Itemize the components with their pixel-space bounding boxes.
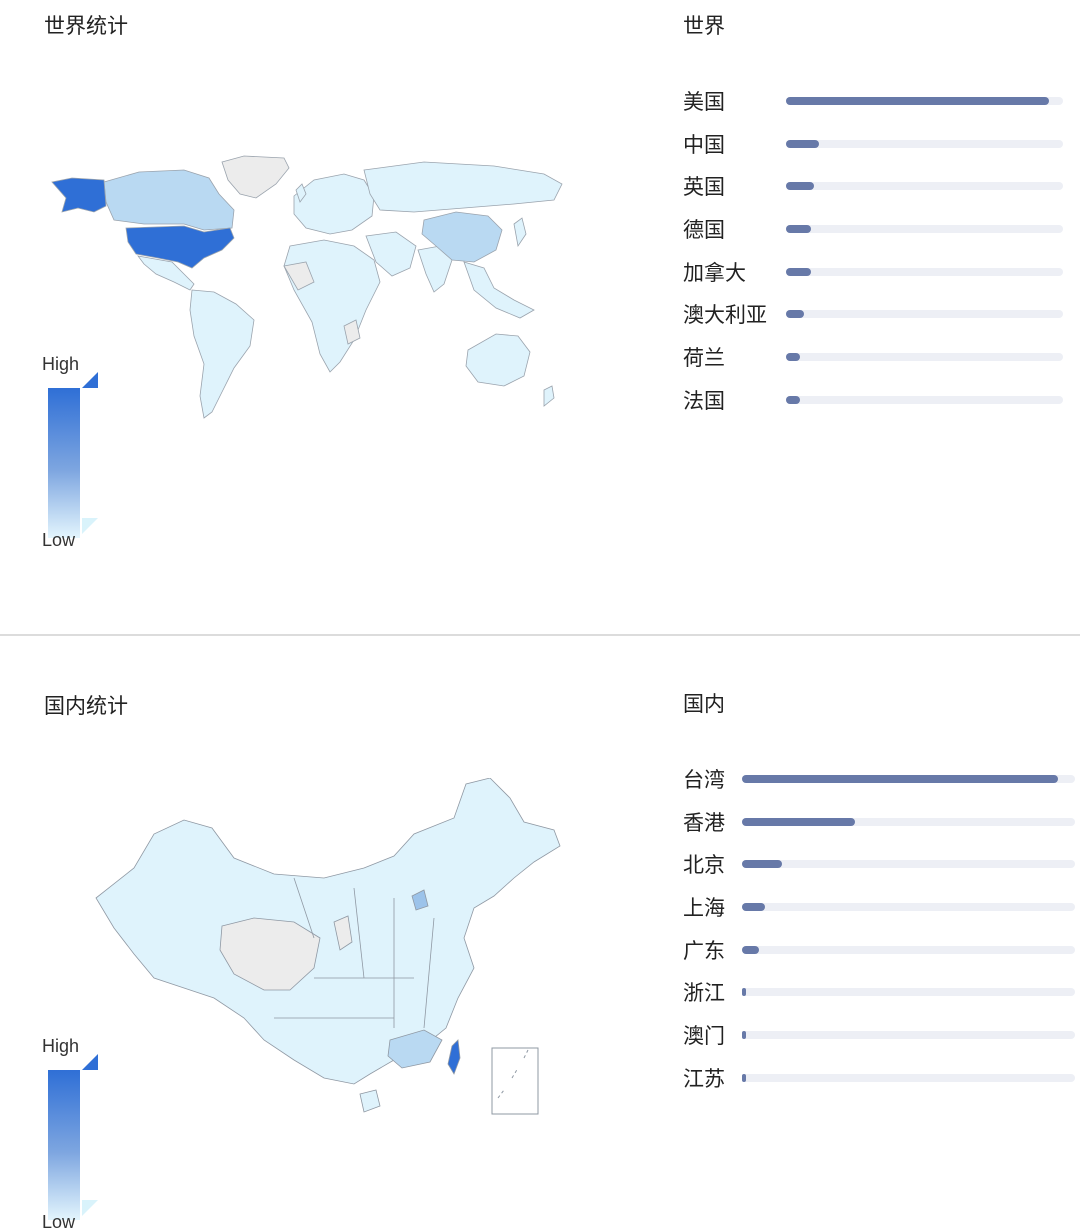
ranking-bar-fill [742,860,782,869]
ranking-bar-track [786,225,1063,234]
map-region-se-asia [463,261,535,319]
ranking-bar-track [786,97,1063,105]
ranking-name: 英国 [683,175,725,200]
ranking-bar-fill [742,903,766,912]
ranking-bar-fill [742,817,856,826]
china-stats-title: 国内统计 [44,694,128,718]
ranking-bar-fill [786,139,820,148]
ranking-name: 浙江 [683,981,725,1006]
ranking-bar-fill [786,353,800,362]
map-region-hainan [359,1089,381,1113]
ranking-bar-fill [742,775,1059,783]
ranking-name: 荷兰 [683,346,725,371]
ranking-bar-track [786,395,1063,404]
map-region-south-america [189,289,255,419]
ranking-bar-fill [742,1031,746,1040]
ranking-name: 中国 [683,132,725,157]
ranking-name: 香港 [683,810,725,835]
ranking-bar-track [786,139,1063,148]
map-region-alaska [51,177,107,213]
ranking-bar-track [742,903,1075,912]
ranking-bar-track [742,817,1075,826]
legend-high-marker [82,1054,98,1070]
china-map[interactable] [94,778,564,1138]
ranking-bar-fill [786,310,804,319]
map-region-australia [465,333,531,387]
map-region-taiwan [447,1039,461,1075]
ranking-name: 德国 [683,218,725,243]
map-region-japan [513,217,527,248]
ranking-bar-fill [742,1073,746,1082]
ranking-name: 台湾 [683,768,725,792]
ranking-name: 澳大利亚 [683,303,767,328]
legend-gradient-bar [48,388,80,538]
ranking-bar-track [786,310,1063,319]
ranking-bar-fill [786,182,814,191]
south-china-sea-inset [491,1047,539,1115]
legend-low-marker [82,518,98,534]
ranking-name: 美国 [683,90,725,114]
china-ranking-title: 国内 [683,692,725,716]
ranking-bar-track [742,775,1075,783]
ranking-bar-fill [786,225,811,234]
legend-gradient-bar [48,1070,80,1220]
map-region-africa [283,239,381,373]
ranking-bar-track [742,1073,1075,1082]
legend-high-label: High [42,1036,80,1056]
map-region-greenland [221,155,290,199]
ranking-bar-fill [742,988,746,997]
ranking-name: 加拿大 [683,260,746,285]
ranking-bar-fill [786,267,811,276]
ranking-name: 广东 [683,938,725,963]
map-region-new-zealand [543,385,555,407]
legend-high-label: High [42,354,80,374]
legend-low-label: Low [42,1212,76,1230]
ranking-name: 江苏 [683,1066,725,1091]
ranking-bar-track [742,860,1075,869]
ranking-name: 法国 [683,388,725,413]
ranking-bar-track [786,182,1063,191]
ranking-bar-track [786,267,1063,276]
world-map[interactable] [44,150,568,425]
ranking-name: 上海 [683,896,725,921]
ranking-bar-track [742,988,1075,997]
ranking-bar-fill [742,945,759,954]
world-stats-panel: 世界统计 High Low 世界 美国 中国 英国 德国 加拿大 澳大利亚 荷兰… [0,0,1080,636]
map-region-canada [103,169,235,231]
ranking-bar-track [786,353,1063,362]
legend-low-marker [82,1200,98,1216]
map-region-mainland [95,778,561,1085]
world-stats-title: 世界统计 [44,14,128,38]
legend-low-label: Low [42,530,76,550]
map-region-russia [363,161,563,213]
world-ranking-title: 世界 [683,14,725,38]
ranking-bar-track [742,1031,1075,1040]
ranking-bar-fill [786,395,800,404]
ranking-bar-fill [786,97,1050,105]
map-region-europe [293,173,375,235]
ranking-bar-track [742,945,1075,954]
china-stats-panel: 国内统计 High Low 国内 台湾 香港 北京 上海 广东 浙江 澳门 江苏 [0,636,1080,1230]
legend-high-marker [82,372,98,388]
ranking-name: 澳门 [683,1024,725,1049]
ranking-name: 北京 [683,853,725,878]
